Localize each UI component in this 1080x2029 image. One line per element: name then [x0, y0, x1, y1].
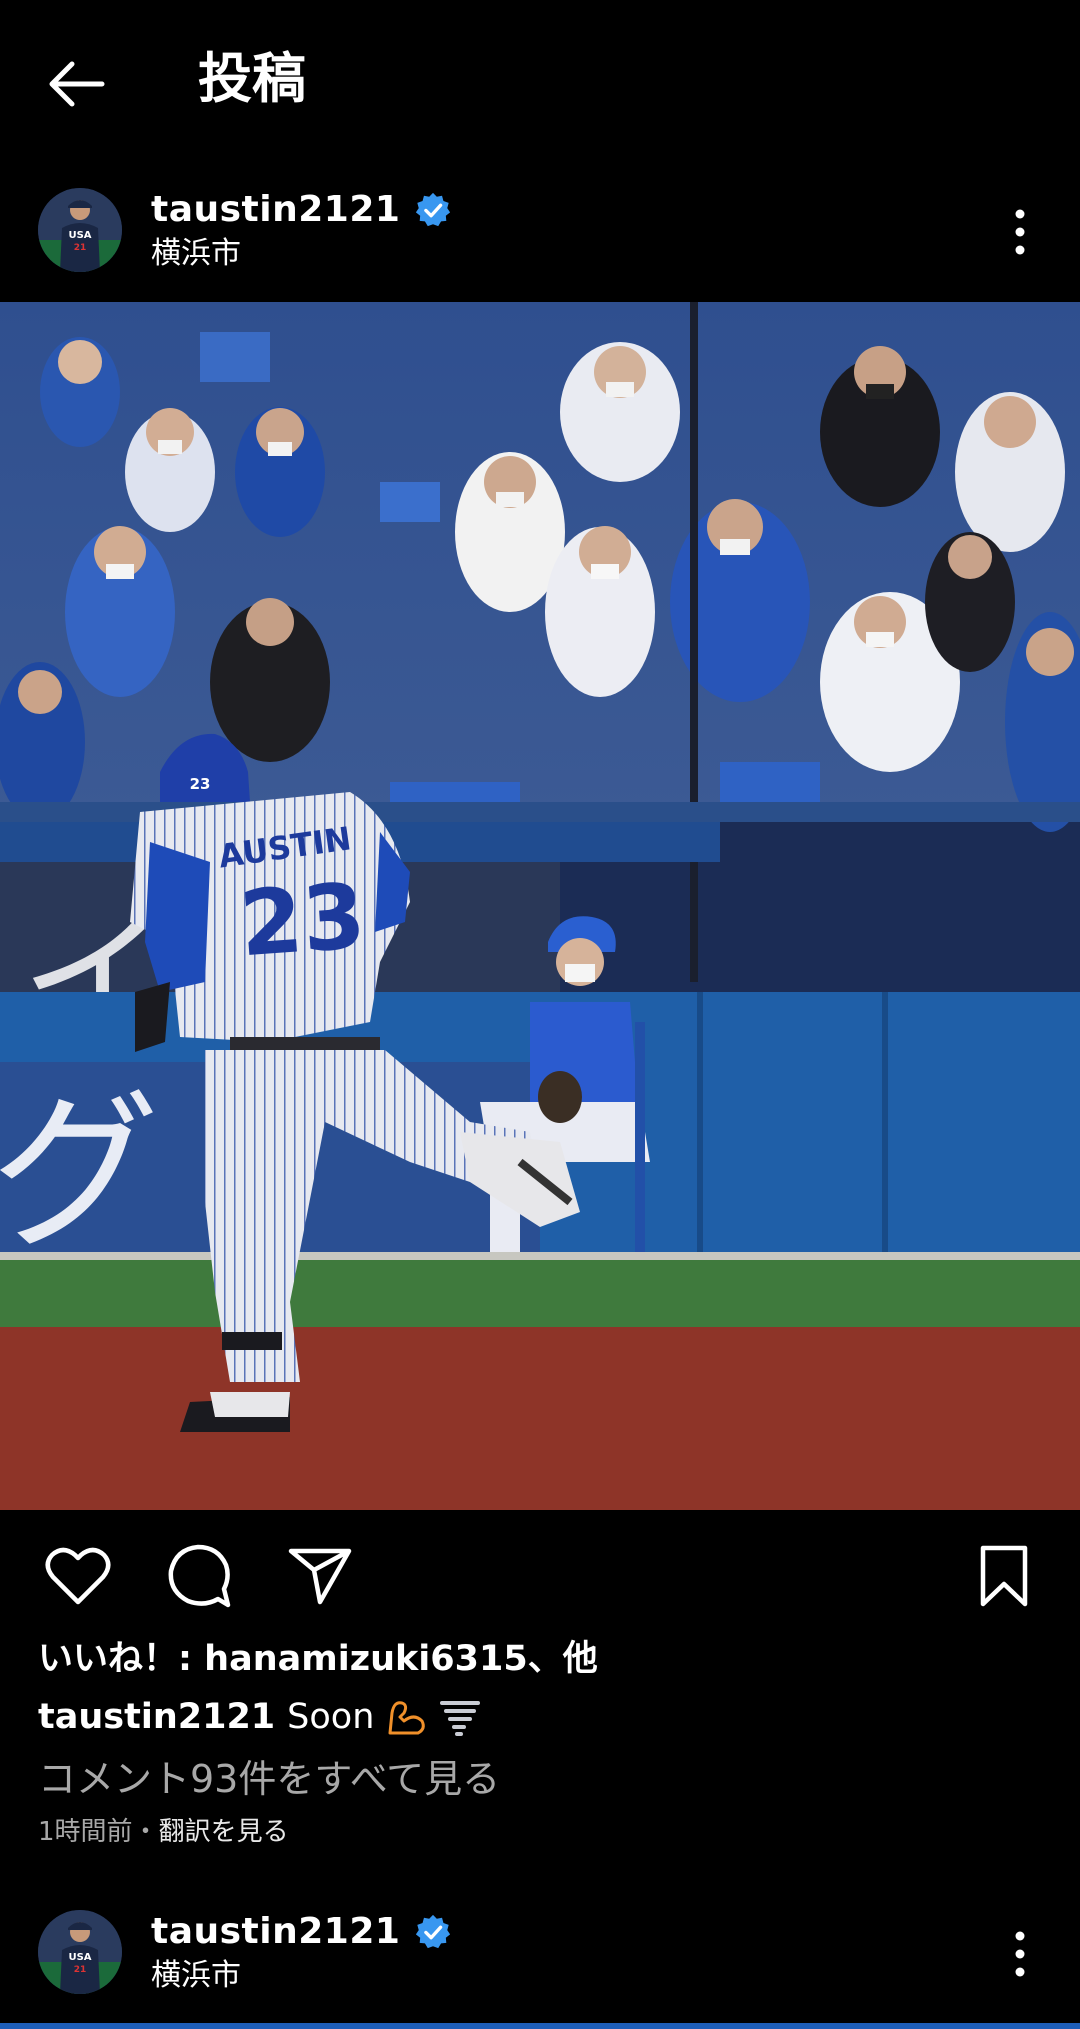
back-arrow-icon — [49, 61, 105, 107]
avatar[interactable]: USA 21 — [38, 188, 122, 272]
caption-username[interactable]: taustin2121 — [38, 1692, 275, 1742]
svg-text:USA: USA — [68, 1952, 91, 1963]
post-meta: 1時間前・翻訳を見る — [38, 1812, 289, 1852]
tornado-icon — [440, 1701, 481, 1736]
meta-separator: ・ — [132, 1817, 159, 1847]
location-link[interactable]: 横浜市 — [151, 234, 241, 274]
next-post-header: USA 21 taustin2121 横浜市 — [0, 1888, 1080, 2018]
back-button[interactable] — [40, 48, 112, 120]
svg-text:USA: USA — [68, 230, 91, 241]
svg-text:23: 23 — [236, 864, 368, 977]
location-link[interactable]: 横浜市 — [151, 1956, 241, 1996]
flexed-biceps-icon — [388, 1701, 426, 1735]
like-button[interactable] — [42, 1540, 114, 1612]
save-button[interactable] — [968, 1540, 1040, 1612]
username[interactable]: taustin2121 — [151, 1910, 400, 1954]
avatar-image: USA 21 — [38, 188, 122, 272]
username[interactable]: taustin2121 — [151, 188, 400, 232]
app-header: 投稿 — [0, 0, 1080, 170]
more-vertical-icon — [1015, 209, 1025, 255]
bookmark-icon — [980, 1545, 1028, 1607]
heart-icon — [45, 1547, 111, 1605]
next-post-photo-edge — [0, 2023, 1080, 2029]
see-translation-link[interactable]: 翻訳を見る — [159, 1817, 289, 1847]
likes-summary[interactable]: いいね！: hanamizuki6315、他 — [38, 1634, 598, 1684]
svg-text:グ: グ — [0, 1075, 160, 1273]
page-title: 投稿 — [198, 47, 306, 110]
more-options-button[interactable] — [1000, 202, 1040, 262]
post-time: 1時間前 — [38, 1817, 133, 1847]
more-options-button[interactable] — [1000, 1924, 1040, 1984]
svg-text:21: 21 — [74, 1965, 87, 1975]
more-vertical-icon — [1015, 1931, 1025, 1977]
caption: taustin2121 Soon — [38, 1692, 482, 1742]
svg-text:23: 23 — [190, 775, 211, 793]
post-header: USA 21 taustin2121 横浜市 — [0, 166, 1080, 296]
comment-button[interactable] — [163, 1540, 235, 1612]
send-icon — [288, 1548, 352, 1605]
view-all-comments-link[interactable]: コメント93件をすべて見る — [38, 1752, 500, 1806]
svg-text:21: 21 — [74, 243, 87, 253]
comment-icon — [168, 1544, 231, 1608]
post-actions — [0, 1510, 1080, 1634]
avatar-image: USA 21 — [38, 1910, 122, 1994]
caption-text: Soon — [287, 1697, 375, 1737]
share-button[interactable] — [284, 1540, 356, 1612]
verified-badge-icon — [416, 192, 451, 227]
verified-badge-icon — [416, 1914, 451, 1949]
post-photo[interactable]: イ チ グ 23 AUSTIN 23 — [0, 302, 1080, 1510]
avatar[interactable]: USA 21 — [38, 1910, 122, 1994]
photo-scene: イ チ グ 23 AUSTIN 23 — [0, 302, 1080, 1510]
